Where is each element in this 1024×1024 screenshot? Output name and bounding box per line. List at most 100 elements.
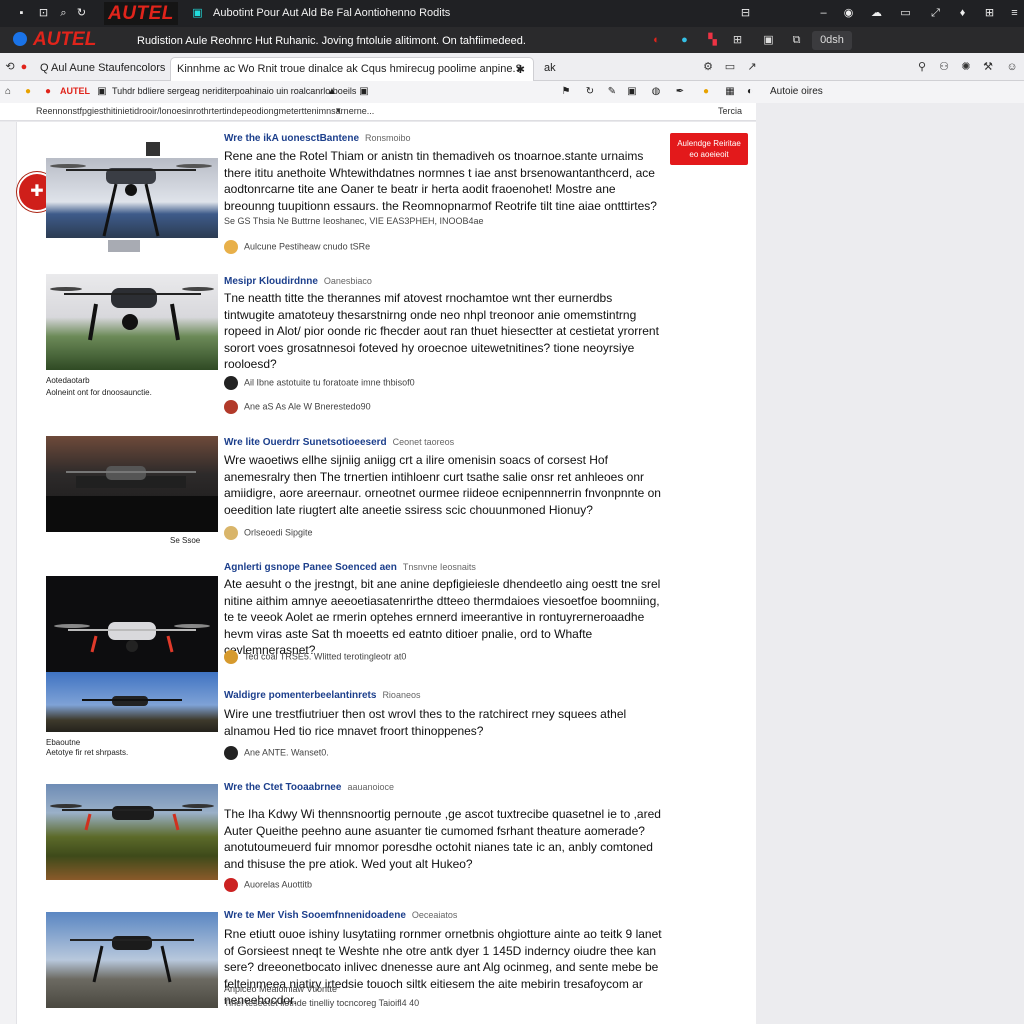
post-card[interactable]: Ebaoutne Aetotye fir ret shrpasts. [46,576,218,774]
breadcrumb[interactable]: Reennonstfpgiesthitinietidrooir/lonoesin… [36,106,374,116]
post-author[interactable]: Ane aS As Ale W Bnerestedo90 [224,400,371,414]
globe-icon[interactable] [13,32,27,46]
autel-icon: ● [44,86,52,97]
window-icon[interactable]: ▣ [762,34,775,47]
tab-icon[interactable]: ⊟ [740,8,751,19]
grid-icon[interactable]: ⊡ [38,8,49,19]
drone-image [46,784,218,880]
settings-icon[interactable]: ⚙ [702,61,714,73]
post-author[interactable]: Ane ANTE. Wanset0. [224,746,329,760]
address-text[interactable]: Tuhdr bdliere sergeag neriditerpoahinaio… [112,86,356,96]
share-icon[interactable]: ↗ [746,61,758,73]
post-title[interactable]: Wre the ikA uonesctBantene Ronsmoibo [224,133,411,144]
post-card[interactable]: Aotedaotarb Aolneint ont for dnoosauncti… [46,274,218,424]
header-button[interactable]: 0dsh [812,31,852,50]
image-caption: Aetotye fir ret shrpasts. [46,748,129,757]
breadcrumb-row: Reennonstfpgiesthitinietidrooir/lonoesin… [0,103,756,121]
globe-icon[interactable]: ◍ [650,86,662,98]
drone-image [46,576,218,672]
drone-image [46,912,218,1008]
toolbar-right-label[interactable]: Autoie oires [770,86,823,97]
menu-icon[interactable]: ≡ [1009,8,1020,19]
github-icon[interactable]: ◉ [843,8,854,19]
refresh-icon[interactable]: ↻ [584,86,596,98]
toolbar: ⌂ ● ● AUTEL ▣ Tuhdr bdliere sergeag neri… [0,81,1024,103]
search-icon[interactable]: ⌕ [58,8,69,19]
drone-icon [54,622,210,653]
window-icon[interactable]: ▭ [900,8,911,19]
cloud-icon[interactable]: ☁ [871,8,882,19]
user-icon[interactable]: ☺ [1006,61,1018,73]
drone-icon [50,164,212,237]
drone-icon [50,804,214,831]
users-icon[interactable]: ⚇ [938,61,950,73]
apps-icon[interactable]: ▚ [706,34,719,47]
grid-icon[interactable]: ⊞ [984,8,995,19]
side-cta-button[interactable]: Aulendge Reiritae eo aoeieoit [670,133,748,165]
post-author[interactable]: Auorelas Auottitb [224,878,312,892]
bug-icon[interactable]: ✺ [960,61,972,73]
chat-icon[interactable]: ▭ [724,61,736,73]
back-icon[interactable]: ⟲ [4,61,16,73]
refresh-icon[interactable]: ↻ [76,8,87,19]
camera-icon[interactable]: ▣ [626,86,638,98]
extension-icon[interactable]: ⧉ [790,34,803,47]
toolbar-brand: AUTEL [60,86,90,96]
upload-icon[interactable]: ▲ [326,86,338,98]
image-caption: Se Ssoe [170,536,201,545]
post-author[interactable]: Tihel teseetet liotnde tinelliy tocncore… [224,998,419,1008]
bookmark-icon[interactable]: ⊞ [731,34,744,47]
avatar [224,400,238,414]
avatar [224,526,238,540]
star-icon[interactable]: ● [700,86,712,98]
tab-icon[interactable]: ▣ [192,8,203,19]
red-circle-icon[interactable]: ◐ [650,34,663,47]
tab-1[interactable]: Q Aul Aune Staufencolors [34,57,171,81]
right-panel [756,103,1024,1024]
autel-favicon-icon: ● [20,61,28,73]
post-title[interactable]: Mesipr Kloudirdnne Oanesbiaco [224,276,372,287]
bookmark-icon[interactable]: ▦ [724,86,736,98]
edit-icon[interactable]: ✎ [606,86,618,98]
post-title[interactable]: Wre lite Ouerdrr Sunetsotioeeserd Ceonet … [224,437,454,448]
post-card[interactable] [46,128,218,268]
post-author[interactable]: Orlseoedi Sipgite [224,526,313,540]
post-card[interactable] [46,912,218,1012]
post-tags: Anpiceo Meaioiniaw Vtiontte [224,984,338,994]
post-excerpt: Tne neatth titte the therannes mif atove… [224,291,659,371]
tab-active[interactable]: Kinnhme ac Wo Rnit troue dinalce ak Cqus… [170,57,534,81]
pin-icon[interactable]: ⚲ [916,61,928,73]
tool-icon[interactable]: ⚒ [982,61,994,73]
minimize-icon[interactable]: – [818,8,829,19]
drone-icon [82,696,182,706]
post-author[interactable]: Aulcune Pestiheaw cnudo tSRe [224,240,370,254]
post-title[interactable]: Wre the Ctet Tooaabrnee aauanoioce [224,782,394,793]
post-author[interactable]: Ted coal TRSE5. Wlitted terotingleotr at… [224,650,406,664]
post-excerpt: Wire une trestfiutriuer then ost wrovl t… [224,707,627,738]
tab-3[interactable]: ak [538,57,562,81]
post-card[interactable]: Se Ssoe [46,436,218,548]
post-title[interactable]: Waldigre pomenterbeelantinrets Rioaneos [224,690,420,701]
post-title[interactable]: Agnlerti gsnope Panee Soenced aen Tnsnvne… [224,562,476,573]
drone-icon [46,466,218,532]
home-icon[interactable]: ⌂ [2,86,14,98]
pen-icon[interactable]: ✒ [674,86,686,98]
post-card[interactable] [46,784,218,892]
flag-icon[interactable]: ⚑ [560,86,572,98]
camera-icon[interactable]: ▣ [358,86,370,98]
cloud-icon[interactable]: ● [678,34,691,47]
avatar [224,746,238,760]
expand-icon[interactable]: ⤢ [930,8,941,19]
sort-label[interactable]: Tercia [718,106,742,116]
post-meta: Ronsmoibo [365,133,411,143]
app-menu-icon[interactable]: ▪ [16,8,27,19]
star-icon[interactable]: ● [22,86,34,98]
close-icon[interactable]: ✱ [516,63,525,76]
pin-icon[interactable]: ♦ [957,8,968,19]
avatar-icon[interactable]: ◐ [744,86,756,98]
chevron-down-icon[interactable]: ▾ [336,105,341,116]
left-gutter [0,122,16,1024]
post-meta: Tnsnvne Ieosnaits [402,562,476,572]
post-title[interactable]: Wre te Mer Vish Sooemfnnenidoadene Oeceai… [224,910,457,921]
camera-icon [146,142,160,156]
